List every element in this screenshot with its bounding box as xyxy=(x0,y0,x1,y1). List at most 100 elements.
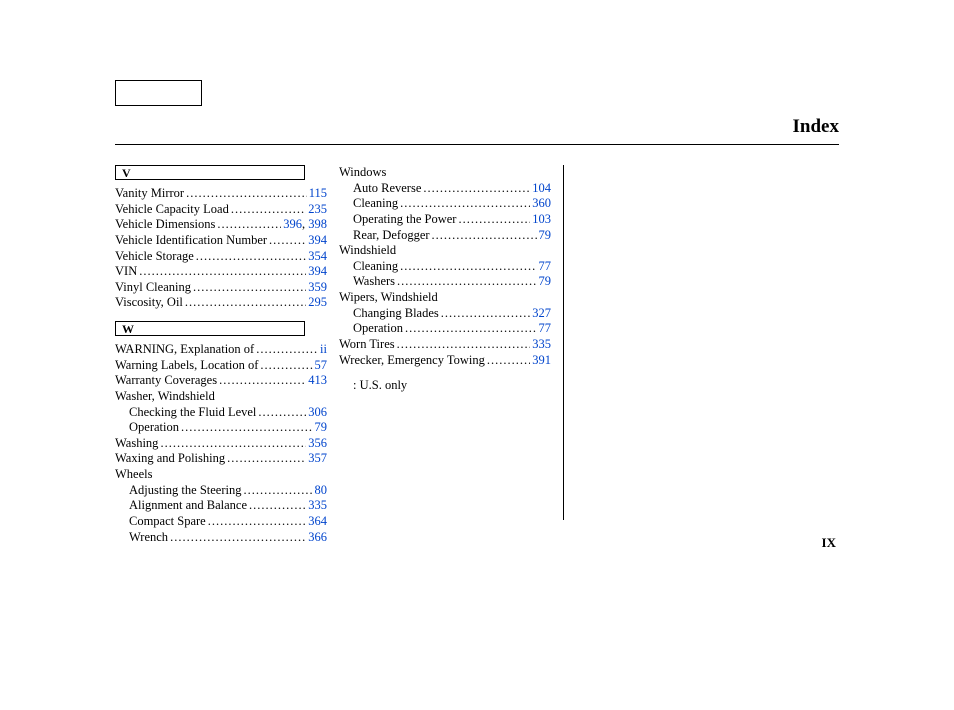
index-page-link[interactable]: 77 xyxy=(537,259,552,275)
index-page-link[interactable]: 391 xyxy=(530,353,551,369)
index-page-link[interactable]: 354 xyxy=(306,249,327,265)
index-page-link[interactable]: 235 xyxy=(306,202,327,218)
index-entry: Cleaning................................… xyxy=(339,259,551,275)
index-entry: Warranty Coverages .....................… xyxy=(115,373,327,389)
index-page-link[interactable]: 394 xyxy=(306,233,327,249)
index-entry-label: VIN xyxy=(115,264,139,280)
index-entry-label: Vehicle Capacity Load xyxy=(115,202,231,218)
index-page-link[interactable]: 104 xyxy=(530,181,551,197)
index-page-link[interactable]: 366 xyxy=(306,530,327,546)
index-page-link[interactable]: 115 xyxy=(307,186,327,202)
index-entry-label: Vehicle Dimensions xyxy=(115,217,217,233)
page-number: IX xyxy=(822,535,836,551)
index-entry-label: Checking the Fluid Level xyxy=(129,405,258,421)
index-entry: Operation...............................… xyxy=(339,321,551,337)
index-note: : U.S. only xyxy=(353,378,551,394)
index-entry-leader: ........................................… xyxy=(487,353,530,369)
index-page-link[interactable]: 396, 398 xyxy=(281,217,327,233)
index-entry: Vehicle Capacity Load...................… xyxy=(115,202,327,218)
index-entry: Adjusting the Steering..................… xyxy=(115,483,327,499)
index-page-link[interactable]: 357 xyxy=(306,451,327,467)
index-entry-leader: ........................................… xyxy=(260,358,312,374)
index-entry-leader: ........................................… xyxy=(186,186,307,202)
index-entry-leader: ........................................… xyxy=(441,306,530,322)
index-entry: Changing Blades.........................… xyxy=(339,306,551,322)
index-entry-label: Windshield xyxy=(339,243,398,259)
index-letter-header: W xyxy=(115,321,305,336)
index-entry-leader: ........................................… xyxy=(139,264,306,280)
index-entry-label: Wheels xyxy=(115,467,154,483)
index-entry: VIN.....................................… xyxy=(115,264,327,280)
index-page-link[interactable]: 327 xyxy=(530,306,551,322)
index-entry-leader: ........................................… xyxy=(432,228,537,244)
index-entry-leader: ........................................… xyxy=(258,405,306,421)
index-entry-leader: ........................................… xyxy=(397,274,536,290)
index-page-link[interactable]: 356 xyxy=(306,436,327,452)
index-page-link[interactable]: 364 xyxy=(306,514,327,530)
index-entry-label: Wipers, Windshield xyxy=(339,290,440,306)
index-entry-label: Alignment and Balance xyxy=(129,498,249,514)
index-entry-label: Vanity Mirror xyxy=(115,186,186,202)
index-page-link[interactable]: 80 xyxy=(313,483,328,499)
index-page-link[interactable]: 77 xyxy=(537,321,552,337)
index-entry-leader: ........................................… xyxy=(400,196,530,212)
index-page-link[interactable]: 359 xyxy=(306,280,327,296)
index-letter-header: V xyxy=(115,165,305,180)
index-entry: Wheels xyxy=(115,467,327,483)
index-column: V Vanity Mirror..........................… xyxy=(115,165,339,545)
index-column: WindowsAuto Reverse.....................… xyxy=(339,165,564,520)
index-entry: Warning Labels, Location of.............… xyxy=(115,358,327,374)
index-entry: Washer, Windshield xyxy=(115,389,327,405)
index-entry-label: Cleaning xyxy=(353,259,400,275)
index-page-link[interactable]: 413 xyxy=(306,373,327,389)
index-entry-label: Vinyl Cleaning xyxy=(115,280,193,296)
index-entry-label: Operation xyxy=(353,321,405,337)
header-label-box xyxy=(115,80,202,106)
index-entry-leader: ........................................… xyxy=(244,483,313,499)
index-page: Index V Vanity Mirror....................… xyxy=(0,0,954,585)
header-rule: Index xyxy=(115,116,839,145)
index-entry-leader: ........................................… xyxy=(249,498,306,514)
index-page-link[interactable]: ii xyxy=(318,342,327,358)
index-page-link[interactable]: 360 xyxy=(530,196,551,212)
index-entry: Operation...............................… xyxy=(115,420,327,436)
index-entry-label: Operating the Power xyxy=(353,212,458,228)
index-entry-leader: ........................................… xyxy=(193,280,306,296)
index-entry: Vehicle Dimensions......................… xyxy=(115,217,327,233)
index-page-link[interactable]: 79 xyxy=(537,274,552,290)
index-page-link[interactable]: 79 xyxy=(313,420,328,436)
page-title: Index xyxy=(793,116,839,138)
index-entry: Cleaning................................… xyxy=(339,196,551,212)
index-page-link[interactable]: 335 xyxy=(306,498,327,514)
index-entry-label: Washing xyxy=(115,436,160,452)
index-entry: Checking the Fluid Level................… xyxy=(115,405,327,421)
index-entry-label: Warranty Coverages xyxy=(115,373,219,389)
index-entry: Viscosity, Oil..........................… xyxy=(115,295,327,311)
index-page-link[interactable]: 335 xyxy=(530,337,551,353)
index-entry-leader: ........................................… xyxy=(400,259,536,275)
index-entry-label: Cleaning xyxy=(353,196,400,212)
index-entry: Wipers, Windshield xyxy=(339,290,551,306)
index-entry-leader: ........................................… xyxy=(160,436,306,452)
index-entry: Waxing and Polishing....................… xyxy=(115,451,327,467)
index-page-link[interactable]: 103 xyxy=(530,212,551,228)
index-entry-leader: ........................................… xyxy=(170,530,306,546)
index-entry-leader: ........................................… xyxy=(181,420,313,436)
index-entry-leader: ........................................… xyxy=(458,212,530,228)
index-page-link[interactable]: 295 xyxy=(306,295,327,311)
index-entry-leader: ........................................… xyxy=(219,373,306,389)
index-entry-leader: ........................................… xyxy=(227,451,306,467)
index-page-link[interactable]: 306 xyxy=(306,405,327,421)
index-page-link[interactable]: 394 xyxy=(306,264,327,280)
index-entry-label: Changing Blades xyxy=(353,306,441,322)
index-entry: Washing.................................… xyxy=(115,436,327,452)
index-entry-leader: ........................................… xyxy=(256,342,318,358)
index-entry-label: Washer, Windshield xyxy=(115,389,217,405)
index-entry-label: Washers xyxy=(353,274,397,290)
index-entry-leader: ........................................… xyxy=(208,514,307,530)
index-entry-label: Adjusting the Steering xyxy=(129,483,244,499)
index-entry: Worn Tires..............................… xyxy=(339,337,551,353)
index-page-link[interactable]: 79 xyxy=(537,228,552,244)
index-entry-label: Wrecker, Emergency Towing xyxy=(339,353,487,369)
index-page-link[interactable]: 57 xyxy=(313,358,328,374)
